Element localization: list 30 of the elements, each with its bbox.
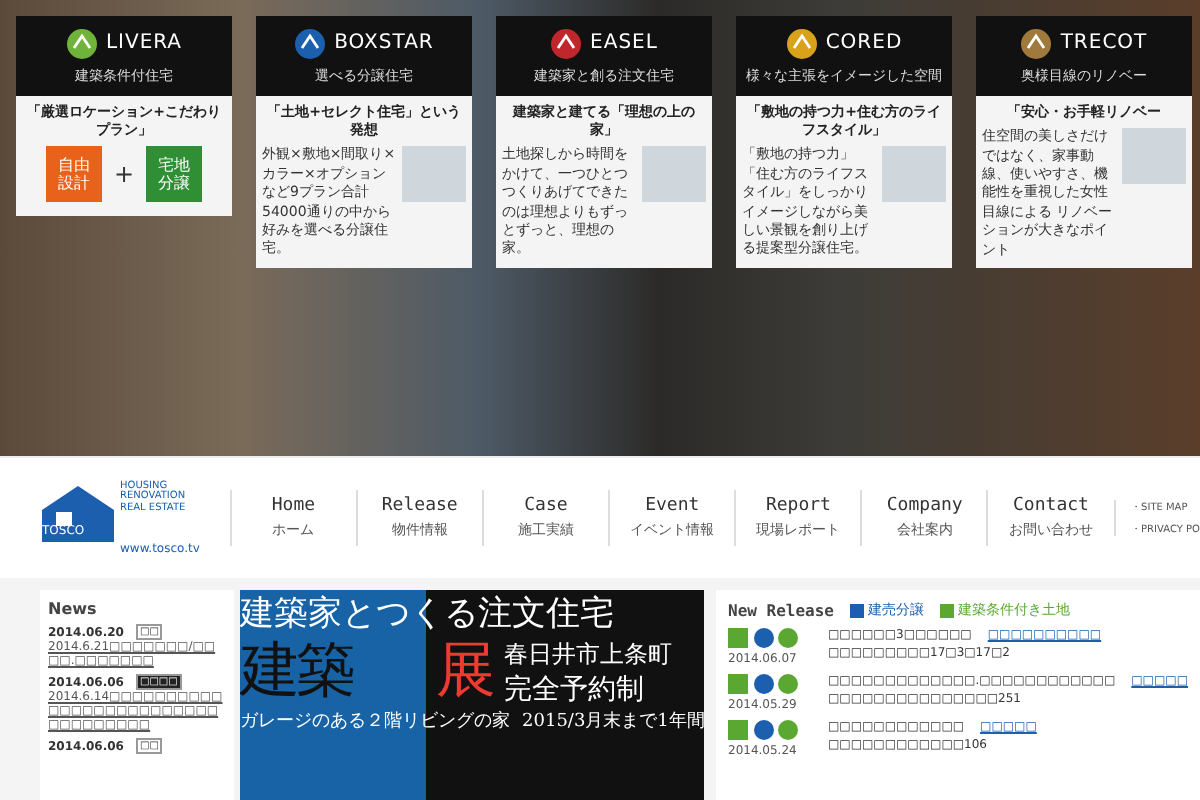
banner-title: 展: [436, 636, 497, 708]
legend-icon: [939, 603, 954, 617]
house-photo-placeholder: [1122, 128, 1186, 185]
banner-period: 2015/3月末まで1年間: [522, 709, 704, 734]
house-logo-icon: [40, 481, 116, 541]
brand-logo-icon: [294, 27, 327, 59]
banner-heading: 建築家とつくる注文住宅: [240, 592, 617, 636]
banner-reservation: 完全予約制: [504, 671, 647, 707]
banner-location: 春日井市上条町: [504, 637, 673, 671]
news-title: News: [48, 600, 99, 618]
brand-name: TRECOT: [1060, 32, 1148, 54]
brand-name: EASEL: [590, 32, 658, 54]
brand-logo-icon: [1020, 27, 1053, 59]
brand-name: CORED: [825, 32, 903, 54]
legend-icon: [849, 603, 864, 617]
feature-tag: 宅地分譲: [146, 146, 203, 203]
house-photo-placeholder: [642, 146, 706, 203]
brand-logo-icon: [65, 27, 98, 59]
house-photo-placeholder: [402, 146, 466, 203]
brand-name: LIVERA: [105, 32, 183, 54]
brand-name: BOXSTAR: [334, 32, 434, 54]
release-title: New Release: [728, 601, 834, 619]
brand-logo-icon: [550, 27, 583, 59]
category-icons: [728, 628, 800, 648]
plus-sign: +: [113, 160, 135, 189]
feature-tag: 自由設計: [45, 146, 102, 203]
category-icons: [728, 720, 800, 740]
category-icons: [728, 674, 800, 694]
house-photo-placeholder: [882, 146, 946, 203]
brand-logo-icon: [785, 27, 818, 59]
